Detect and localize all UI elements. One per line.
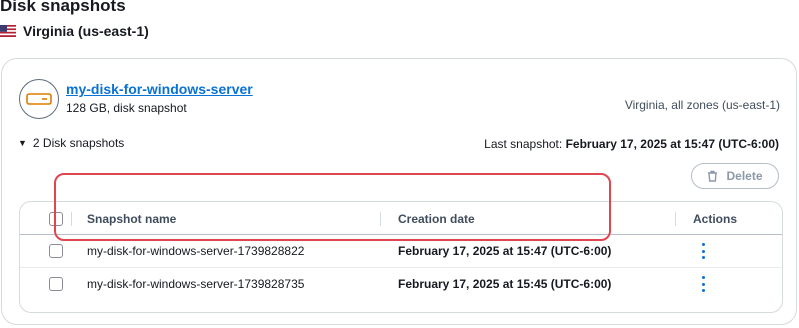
disk-subtitle: 128 GB, disk snapshot — [66, 101, 187, 115]
page-title: Disk snapshots — [0, 0, 126, 15]
snapshots-toggle[interactable]: ▼ 2 Disk snapshots — [18, 136, 124, 150]
snapshot-name: my-disk-for-windows-server-1739828735 — [87, 277, 305, 291]
row-divider — [20, 267, 782, 268]
column-header-snapshot-name[interactable]: Snapshot name — [87, 212, 176, 226]
snapshot-name: my-disk-for-windows-server-1739828822 — [87, 244, 305, 258]
disk-zone: Virginia, all zones (us-east-1) — [624, 98, 780, 112]
row-actions-kebab-icon[interactable] — [697, 243, 709, 259]
trash-icon — [708, 170, 718, 182]
last-snapshot-value: February 17, 2025 at 15:47 (UTC-6:00) — [565, 137, 779, 151]
select-all-checkbox[interactable] — [49, 212, 63, 226]
row-actions-kebab-icon[interactable] — [697, 276, 709, 292]
row-checkbox[interactable] — [49, 277, 63, 291]
delete-button[interactable]: Delete — [691, 163, 779, 189]
snapshots-toggle-label: 2 Disk snapshots — [32, 136, 125, 150]
column-header-actions: Actions — [693, 212, 738, 226]
snapshots-table: Snapshot name Creation date Actions my-d… — [19, 201, 783, 313]
column-divider — [380, 212, 381, 226]
column-divider — [71, 212, 72, 226]
region-header: Virginia (us-east-1) — [0, 23, 149, 39]
disk-name-link[interactable]: my-disk-for-windows-server — [66, 81, 253, 97]
disk-icon — [19, 79, 59, 119]
last-snapshot-prefix: Last snapshot: — [484, 137, 563, 151]
header-divider — [20, 234, 782, 235]
creation-date: February 17, 2025 at 15:45 (UTC-6:00) — [398, 277, 612, 291]
disk-card: my-disk-for-windows-server 128 GB, disk … — [1, 58, 797, 325]
last-snapshot: Last snapshot: February 17, 2025 at 15:4… — [484, 137, 779, 151]
caret-down-icon: ▼ — [18, 138, 27, 148]
column-divider — [675, 212, 676, 226]
us-flag-icon — [0, 25, 16, 37]
delete-label: Delete — [726, 169, 763, 183]
row-checkbox[interactable] — [49, 244, 63, 258]
region-label: Virginia (us-east-1) — [23, 23, 149, 39]
creation-date: February 17, 2025 at 15:47 (UTC-6:00) — [398, 244, 612, 258]
column-header-creation-date[interactable]: Creation date — [398, 212, 475, 226]
